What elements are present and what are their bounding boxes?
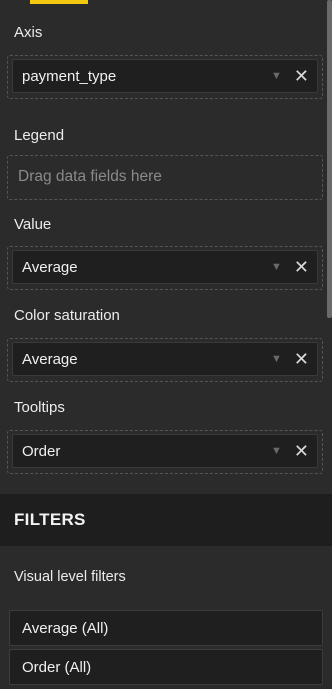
color-saturation-label: Color saturation <box>14 307 120 324</box>
axis-well[interactable]: payment_type ▼ ✕ <box>7 55 323 99</box>
tooltips-field-value: Order <box>22 442 61 460</box>
value-well[interactable]: Average ▼ ✕ <box>7 246 323 290</box>
value-field[interactable]: Average ▼ ✕ <box>12 250 318 284</box>
visual-level-filters-label: Visual level filters <box>14 569 126 585</box>
filters-title: FILTERS <box>14 510 86 529</box>
axis-field[interactable]: payment_type ▼ ✕ <box>12 59 318 93</box>
tooltips-label: Tooltips <box>14 399 65 416</box>
active-tab-indicator <box>30 0 88 4</box>
chevron-down-icon[interactable]: ▼ <box>271 261 282 273</box>
value-field-value: Average <box>22 258 78 276</box>
legend-placeholder: Drag data fields here <box>18 168 162 185</box>
axis-field-value: payment_type <box>22 67 117 85</box>
color-saturation-field-value: Average <box>22 350 78 368</box>
tooltips-well[interactable]: Order ▼ ✕ <box>7 430 323 474</box>
filter-card-average[interactable]: Average (All) <box>9 610 323 646</box>
color-saturation-well[interactable]: Average ▼ ✕ <box>7 338 323 382</box>
tooltips-field[interactable]: Order ▼ ✕ <box>12 434 318 468</box>
close-icon[interactable]: ✕ <box>294 350 309 368</box>
close-icon[interactable]: ✕ <box>294 67 309 85</box>
chevron-down-icon[interactable]: ▼ <box>271 445 282 457</box>
filters-header: FILTERS <box>0 494 332 546</box>
value-label: Value <box>14 216 52 233</box>
axis-label: Axis <box>14 24 43 41</box>
close-icon[interactable]: ✕ <box>294 258 309 276</box>
legend-well[interactable]: Drag data fields here <box>7 155 323 200</box>
color-saturation-field[interactable]: Average ▼ ✕ <box>12 342 318 376</box>
chevron-down-icon[interactable]: ▼ <box>271 70 282 82</box>
filter-card-label: Order (All) <box>22 658 92 676</box>
close-icon[interactable]: ✕ <box>294 442 309 460</box>
filter-card-order[interactable]: Order (All) <box>9 649 323 685</box>
legend-label: Legend <box>14 127 65 144</box>
chevron-down-icon[interactable]: ▼ <box>271 353 282 365</box>
filter-card-label: Average (All) <box>22 619 109 637</box>
scrollbar[interactable] <box>327 0 332 318</box>
